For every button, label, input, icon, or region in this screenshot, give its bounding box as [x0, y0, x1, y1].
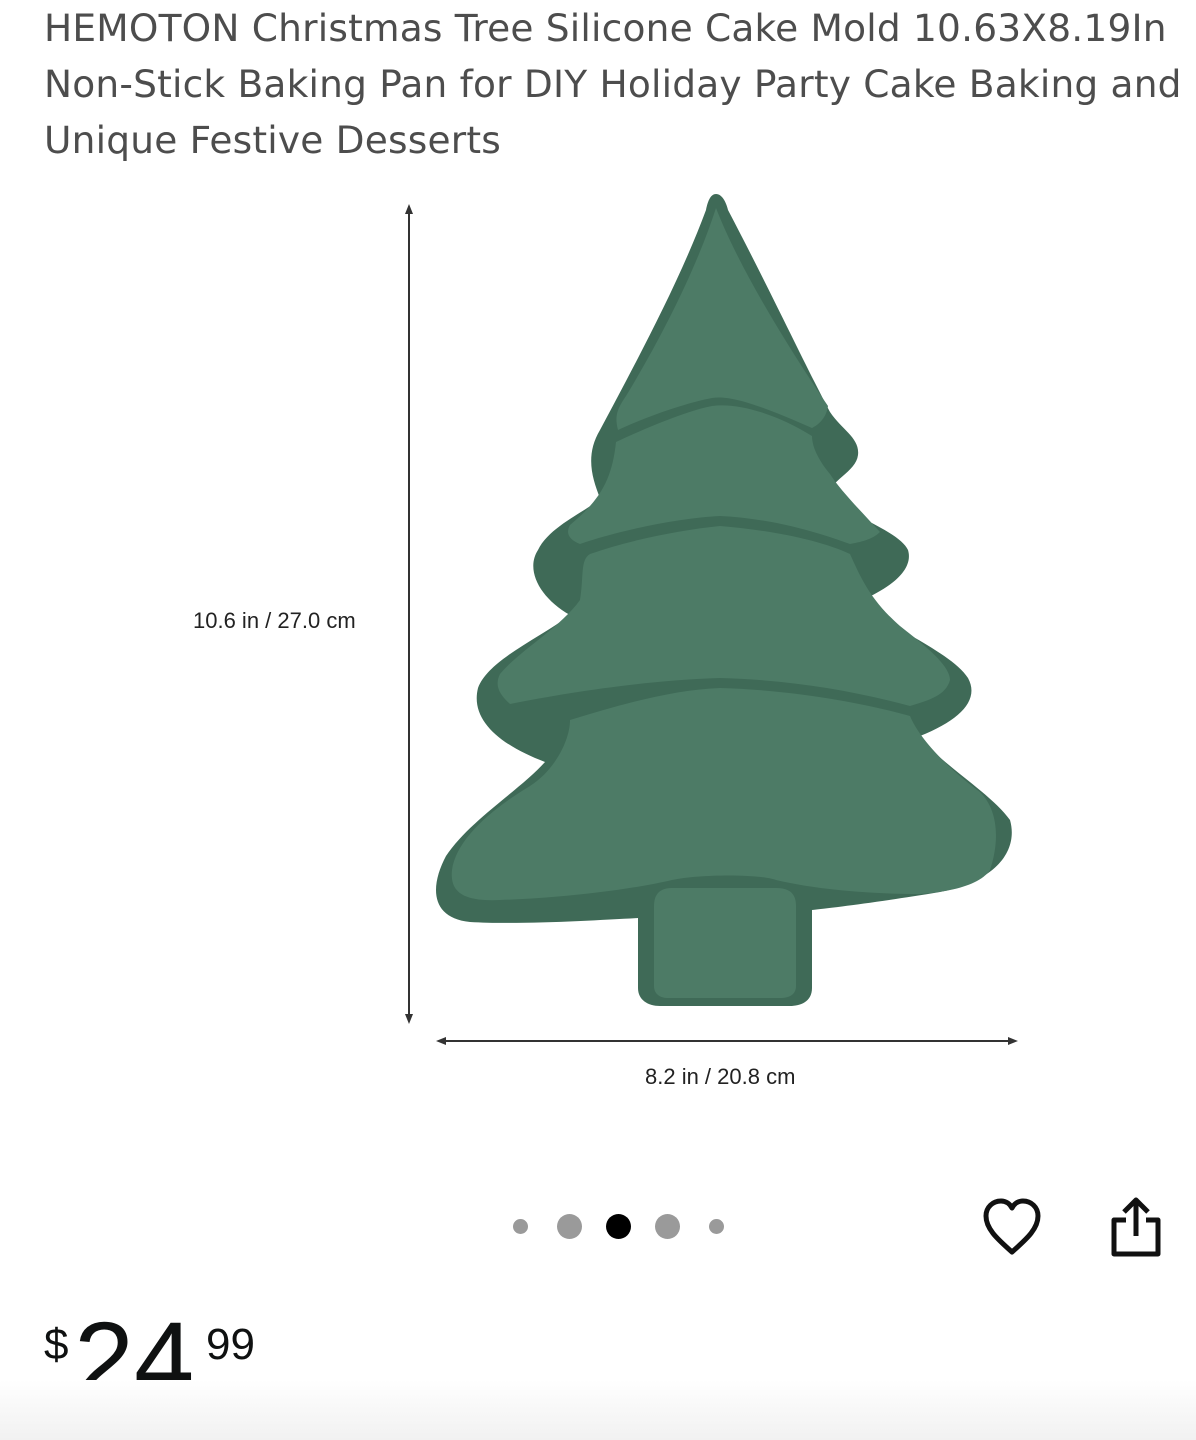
share-icon	[1111, 1197, 1161, 1257]
christmas-tree-mold	[436, 194, 1012, 1006]
carousel-dot[interactable]	[557, 1213, 582, 1239]
height-label: 10.6 in / 27.0 cm	[193, 608, 356, 633]
product-title: HEMOTON Christmas Tree Silicone Cake Mol…	[44, 6, 1182, 162]
price-currency-symbol: $	[44, 1320, 69, 1369]
height-dimension-arrow	[405, 204, 413, 1024]
width-dimension-arrow	[436, 1037, 1018, 1045]
carousel-indicator	[496, 1206, 741, 1246]
carousel-dot[interactable]	[655, 1213, 680, 1239]
bottom-shadow	[0, 1380, 1196, 1440]
tree-mold-illustration	[405, 194, 1018, 1045]
heart-icon	[983, 1198, 1041, 1255]
favorite-button[interactable]	[980, 1196, 1044, 1260]
price-fraction: 99	[206, 1320, 255, 1369]
carousel-dot[interactable]	[709, 1218, 724, 1234]
width-label: 8.2 in / 20.8 cm	[645, 1064, 796, 1089]
carousel-dot[interactable]	[513, 1218, 528, 1234]
share-button[interactable]	[1106, 1194, 1166, 1260]
carousel-dot-active[interactable]	[606, 1213, 631, 1239]
product-image[interactable]: 10.6 in / 27.0 cm 8.2 in / 20.8 cm	[0, 180, 1196, 1120]
